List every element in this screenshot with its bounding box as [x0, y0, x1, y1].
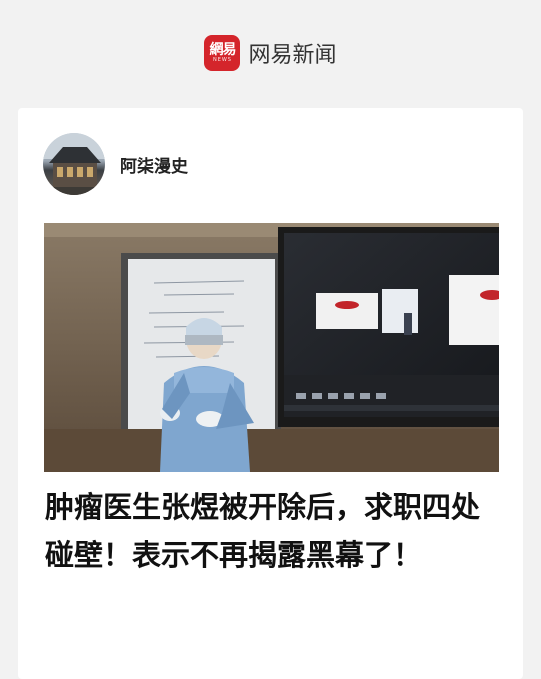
- article-headline[interactable]: 肿瘤医生张煜被开除后，求职四处碰壁！表示不再揭露黑幕了！: [45, 483, 505, 579]
- author-row[interactable]: 阿柒漫史: [43, 133, 188, 195]
- author-avatar[interactable]: [43, 133, 105, 195]
- logo-subtext: NEWS: [212, 57, 232, 63]
- brand[interactable]: 網易 NEWS 网易新闻: [204, 35, 337, 71]
- netease-logo-icon: 網易 NEWS: [204, 35, 241, 71]
- top-bar: 網易 NEWS 网易新闻: [0, 0, 541, 108]
- article-image[interactable]: [44, 223, 499, 472]
- article-card[interactable]: 阿柒漫史 肿瘤医生张煜被开除后，求职四处碰壁！表示不再揭露黑幕了！: [18, 108, 523, 679]
- logo-text: 網易: [209, 42, 236, 58]
- app-name: 网易新闻: [248, 43, 337, 68]
- author-name[interactable]: 阿柒漫史: [120, 152, 188, 177]
